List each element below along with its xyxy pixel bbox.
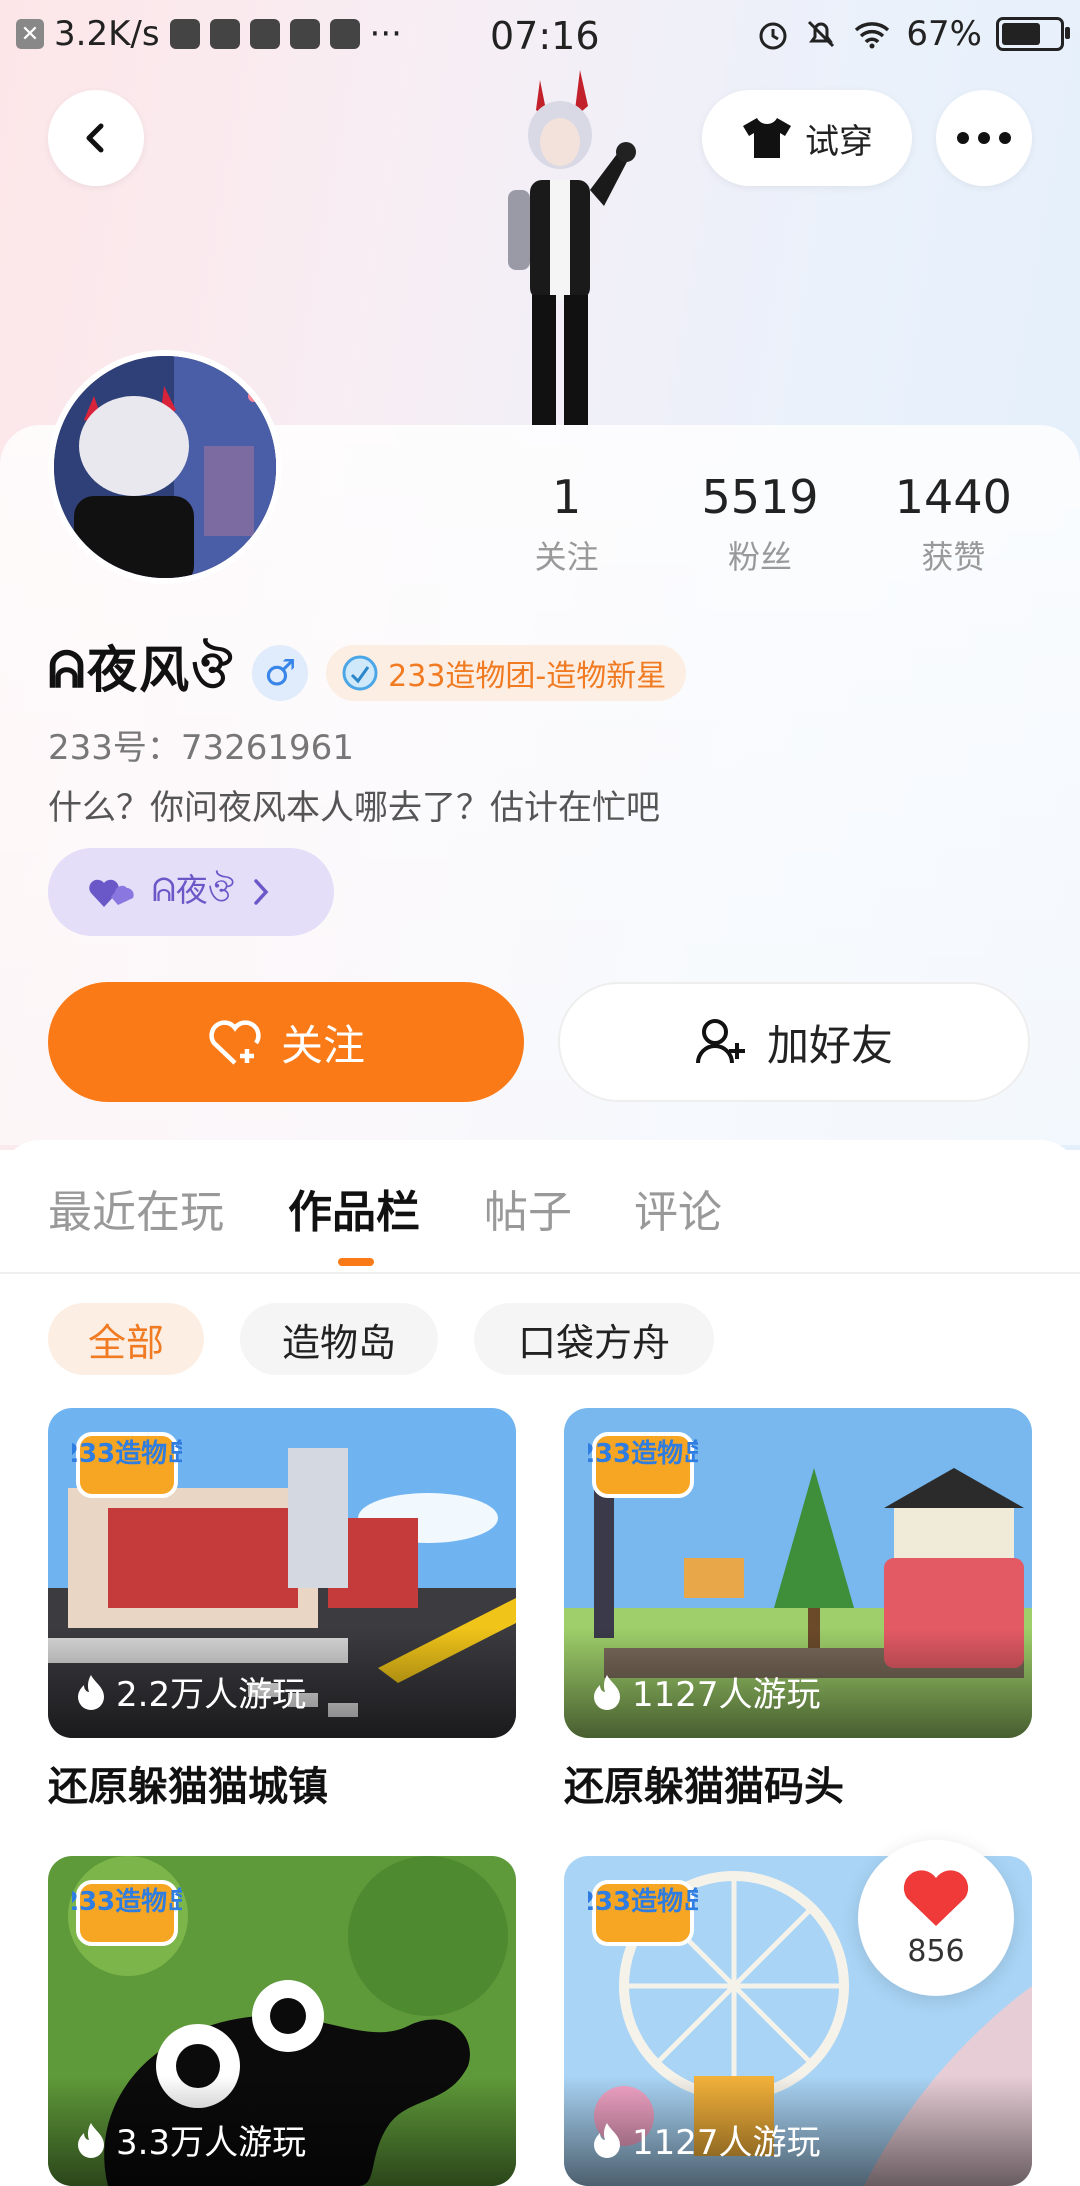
double-heart-icon <box>89 879 134 907</box>
more-button[interactable] <box>936 90 1032 186</box>
add-user-icon <box>695 1019 745 1064</box>
back-button[interactable] <box>48 90 144 186</box>
gender-male-icon: ♂ <box>252 645 309 701</box>
filter-creation-island[interactable]: 造物岛 <box>240 1303 438 1375</box>
play-count: 1127人游玩 <box>592 2115 821 2164</box>
stat-number: 5519 <box>701 470 819 524</box>
couple-name: ᕱ夜ঔ <box>152 871 235 909</box>
work-thumbnail[interactable]: 233造物岛 1127人游玩 <box>564 1408 1032 1738</box>
battery-icon <box>996 17 1070 51</box>
stat-label: 获赞 <box>921 538 986 576</box>
stat-number: 1440 <box>894 470 1012 524</box>
couple-relationship-chip[interactable]: ᕱ夜ঔ <box>48 848 334 936</box>
work-thumbnail[interactable]: 233造物岛 3.3万人游玩 <box>48 1856 516 2186</box>
work-card[interactable]: 233造物岛 1127人游玩 还原躲猫猫码头 <box>564 1408 1032 1812</box>
play-count-text: 3.3万人游玩 <box>116 2123 307 2163</box>
alarm-icon <box>759 22 787 50</box>
heart-icon <box>903 1869 969 1926</box>
stat-likes[interactable]: 1440 获赞 <box>857 470 1050 578</box>
clock: 07:16 <box>490 14 600 58</box>
stat-following[interactable]: 1 关注 <box>470 470 663 578</box>
stat-label: 粉丝 <box>727 538 792 576</box>
nickname: ᕱ夜风ঔ <box>48 641 235 699</box>
work-title[interactable]: 还原躲猫猫城镇 <box>48 1754 516 1812</box>
play-count-text: 2.2万人游玩 <box>116 1675 307 1715</box>
fire-icon <box>594 2122 620 2158</box>
name-row: ᕱ夜风ঔ ♂ 233造物团-造物新星 <box>48 630 687 716</box>
chevron-left-icon <box>86 123 104 153</box>
game-logo-233: 233造物岛 <box>61 1430 193 1500</box>
wifi-icon <box>855 22 890 49</box>
mute-icon <box>808 20 835 48</box>
status-bar: ✕ 3.2K/s ··· 07:16 67% <box>0 0 1080 72</box>
fire-icon <box>78 1674 104 1710</box>
network-speed: 3.2K/s <box>54 14 160 54</box>
add-friend-button[interactable]: 加好友 <box>558 982 1030 1102</box>
like-count: 856 <box>907 1933 965 1969</box>
follow-button[interactable]: 关注 <box>48 982 524 1102</box>
game-logo-233: 233造物岛 <box>577 1878 709 1948</box>
try-on-button[interactable]: 试穿 <box>702 90 912 186</box>
try-on-label: 试穿 <box>805 121 873 162</box>
tshirt-icon <box>743 118 791 158</box>
tab-works[interactable]: 作品栏 <box>288 1176 420 1240</box>
filter-all[interactable]: 全部 <box>48 1303 204 1375</box>
like-button[interactable]: 856 <box>858 1840 1014 1996</box>
creator-badge-icon <box>342 655 378 691</box>
tab-recent-play[interactable]: 最近在玩 <box>48 1176 224 1240</box>
logo-text: 233造物岛 <box>588 1438 698 1469</box>
follow-label: 关注 <box>280 1020 365 1070</box>
cat-notification-icon <box>329 19 360 49</box>
close-notification-icon: ✕ <box>16 19 44 49</box>
stats-row: 1 关注 5519 粉丝 1440 获赞 <box>470 470 1050 578</box>
creator-badge[interactable]: 233造物团-造物新星 <box>326 645 687 701</box>
play-count-text: 1127人游玩 <box>632 1675 821 1715</box>
play-count-text: 1127人游玩 <box>632 2123 821 2163</box>
logo-text: 233造物岛 <box>72 1886 182 1917</box>
stat-number: 1 <box>552 470 582 524</box>
work-thumbnail[interactable]: 233造物岛 2.2万人游玩 <box>48 1408 516 1738</box>
fire-icon <box>594 1674 620 1710</box>
creator-badge-label: 233造物团-造物新星 <box>388 659 667 694</box>
more-dots-icon <box>957 132 1011 144</box>
tab-bar: 最近在玩 作品栏 帖子 评论 <box>0 1140 1080 1274</box>
tab-indicator <box>338 1258 374 1266</box>
play-count: 2.2万人游玩 <box>76 1667 306 1716</box>
game-logo-233: 233造物岛 <box>577 1430 709 1500</box>
chevron-right-icon <box>254 879 269 905</box>
fire-icon <box>78 2122 104 2158</box>
more-notifications-icon: ··· <box>369 14 402 54</box>
work-title[interactable]: 还原躲猫猫码头 <box>564 1754 1032 1812</box>
mail-notification-icon <box>249 19 280 49</box>
crown-notification-icon <box>209 19 240 49</box>
tab-posts[interactable]: 帖子 <box>484 1176 572 1240</box>
square-notification-icon <box>289 19 320 49</box>
filter-pocket-ark[interactable]: 口袋方舟 <box>474 1303 714 1375</box>
avatar-3d-figure[interactable] <box>480 70 640 425</box>
logo-text: 233造物岛 <box>588 1886 698 1917</box>
bio: 什么？你问夜风本人哪去了？估计在忙吧 <box>48 788 660 828</box>
tab-comments[interactable]: 评论 <box>634 1176 722 1240</box>
battery-percent: 67% <box>906 14 982 54</box>
user-id[interactable]: 233号：73261961 <box>48 720 354 769</box>
logo-text: 233造物岛 <box>72 1438 182 1469</box>
stat-label: 关注 <box>534 538 599 576</box>
app-notification-icon <box>169 19 200 49</box>
play-count: 3.3万人游玩 <box>76 2115 306 2164</box>
work-card[interactable]: 233造物岛 2.2万人游玩 还原躲猫猫城镇 <box>48 1408 516 1812</box>
heart-plus-icon <box>209 1020 261 1065</box>
game-logo-233: 233造物岛 <box>61 1878 193 1948</box>
play-count: 1127人游玩 <box>592 1667 821 1716</box>
add-friend-label: 加好友 <box>766 1020 893 1070</box>
work-card[interactable]: 233造物岛 3.3万人游玩 <box>48 1856 516 2186</box>
stat-fans[interactable]: 5519 粉丝 <box>663 470 856 578</box>
avatar[interactable] <box>48 350 282 584</box>
